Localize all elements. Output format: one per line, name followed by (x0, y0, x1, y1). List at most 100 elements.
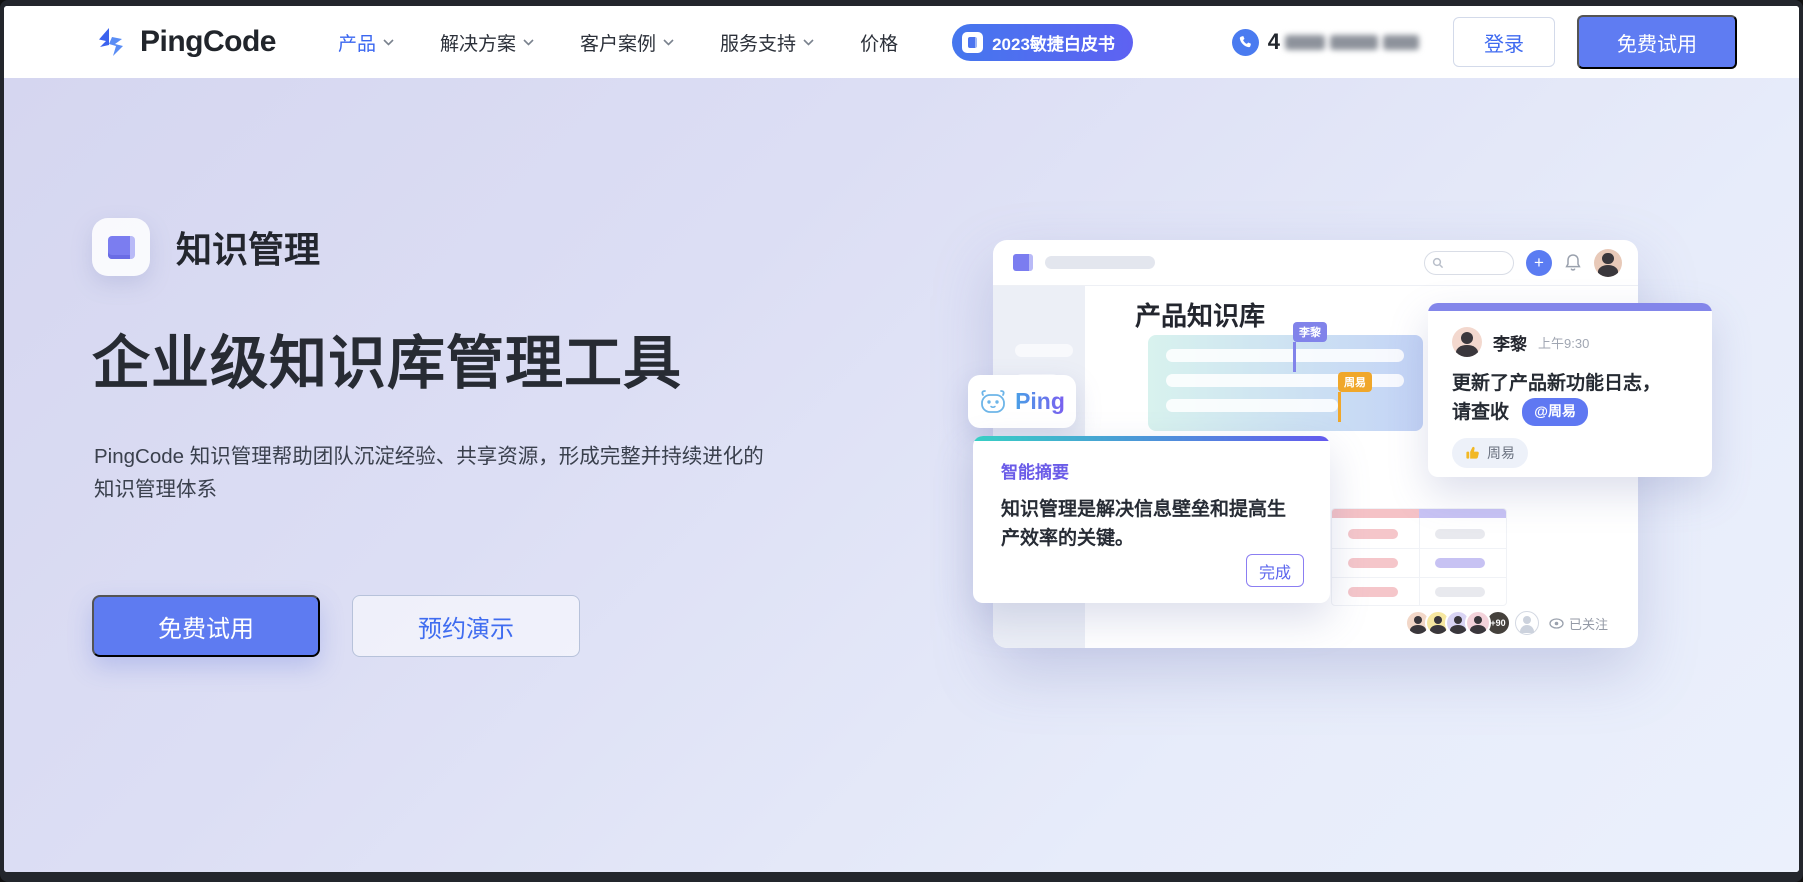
chevron-down-icon (383, 39, 394, 46)
done-button[interactable]: 完成 (1246, 554, 1304, 587)
followed-status: 已关注 (1549, 614, 1608, 633)
hero-free-trial-button[interactable]: 免费试用 (92, 595, 320, 657)
category-row: 知识管理 (92, 218, 320, 276)
book-icon (962, 32, 983, 53)
table-row-line (1332, 548, 1506, 549)
phone-prefix: 4 (1268, 29, 1280, 55)
avatar (1465, 610, 1491, 636)
collaborator-avatar-row: +90 已关注 (1411, 610, 1608, 636)
nav-item-support[interactable]: 服务支持 (720, 29, 814, 56)
book-icon (1013, 254, 1033, 271)
collaborator-cursor-flag: 周易 (1338, 372, 1372, 392)
nav-item-pricing[interactable]: 价格 (860, 29, 898, 56)
eye-icon (1549, 618, 1564, 629)
avatar (1452, 327, 1482, 357)
message-line2-text: 请查收 (1452, 402, 1509, 423)
pingcode-logo[interactable]: PingCode (92, 23, 276, 61)
pingcode-landing-page: PingCode 产品 解决方案 客户案例 服务支持 价格 (4, 6, 1799, 872)
avatar[interactable] (1594, 249, 1622, 277)
chevron-down-icon (523, 39, 534, 46)
table-row-line (1332, 577, 1506, 578)
chevron-down-icon (803, 39, 814, 46)
phone-number: 4 (1268, 29, 1419, 55)
nav-item-solutions[interactable]: 解决方案 (440, 29, 534, 56)
thumbs-up-reaction[interactable]: 周易 (1452, 438, 1528, 468)
hero-description: PingCode 知识管理帮助团队沉淀经验、共享资源，形成完整并持续进化的 知识… (94, 440, 764, 506)
phone-icon (1232, 29, 1259, 56)
placeholder-bar (1015, 344, 1073, 357)
placeholder-bar (1166, 399, 1338, 412)
ping-label: Ping (1015, 388, 1065, 415)
whitepaper-badge-label: 2023敏捷白皮书 (992, 30, 1115, 55)
page-title: 企业级知识库管理工具 (92, 316, 682, 400)
header-right-group: 4 登录 免费试用 (1232, 15, 1799, 69)
summary-title: 智能摘要 (1001, 458, 1330, 483)
table-divider (1419, 518, 1420, 605)
knowledge-book-icon (92, 218, 150, 276)
category-label: 知识管理 (176, 221, 320, 273)
hero-description-line1: PingCode 知识管理帮助团队沉淀经验、共享资源，形成完整并持续进化的 (94, 440, 764, 473)
notification-top-bar (1428, 303, 1712, 311)
table-cell-bar (1435, 529, 1485, 539)
placeholder-bar (1166, 349, 1404, 362)
chevron-down-icon (663, 39, 674, 46)
table-cell-bar (1435, 587, 1485, 597)
author-name: 李黎 (1493, 330, 1527, 355)
hero-section: 知识管理 企业级知识库管理工具 PingCode 知识管理帮助团队沉淀经验、共享… (4, 78, 1799, 872)
nav-label: 产品 (338, 29, 376, 56)
smart-summary-card: 智能摘要 知识管理是解决信息壁垒和提高生产效率的关键。 完成 (973, 436, 1330, 603)
table-cell-bar (1348, 558, 1398, 568)
collaborator-cursor-flag: 李黎 (1293, 322, 1327, 342)
bell-icon[interactable] (1564, 253, 1582, 272)
nav-label: 客户案例 (580, 29, 656, 56)
table-header-cell (1332, 509, 1419, 518)
hero-book-demo-button[interactable]: 预约演示 (352, 595, 580, 657)
nav-label: 价格 (860, 29, 898, 56)
nav-item-customer-cases[interactable]: 客户案例 (580, 29, 674, 56)
pingcode-logo-icon (92, 23, 130, 61)
message-line1: 更新了产品新功能日志， (1452, 369, 1688, 398)
app-topbar-right: + (1424, 249, 1622, 277)
nav-label: 解决方案 (440, 29, 516, 56)
notification-card: 李黎 上午9:30 更新了产品新功能日志， 请查收 @周易 周易 (1428, 303, 1712, 477)
table-cell-bar (1348, 587, 1398, 597)
login-button[interactable]: 登录 (1453, 17, 1555, 67)
message-line2: 请查收 @周易 (1452, 398, 1688, 427)
table-cell-bar (1435, 558, 1485, 568)
main-nav: 产品 解决方案 客户案例 服务支持 价格 2023敏捷白皮书 (338, 24, 1133, 61)
followed-label: 已关注 (1569, 614, 1608, 633)
logo-text: PingCode (140, 25, 276, 59)
redacted-phone-segment (1383, 35, 1419, 50)
add-collaborator-icon (1515, 611, 1539, 635)
robot-icon (979, 389, 1007, 415)
cta-row: 免费试用 预约演示 (92, 595, 580, 657)
document-panel (1148, 335, 1423, 431)
doc-title: 产品知识库 (1135, 296, 1265, 333)
reaction-user-label: 周易 (1487, 443, 1515, 463)
ping-assistant-badge: Ping (968, 375, 1076, 428)
mention-pill[interactable]: @周易 (1522, 398, 1588, 426)
header-free-trial-button[interactable]: 免费试用 (1577, 15, 1737, 69)
redacted-phone-segment (1330, 35, 1378, 50)
table-cell-bar (1348, 529, 1398, 539)
placeholder-bar (1045, 256, 1155, 269)
top-navigation-bar: PingCode 产品 解决方案 客户案例 服务支持 价格 (4, 6, 1799, 78)
summary-body: 知识管理是解决信息壁垒和提高生产效率的关键。 (1001, 495, 1302, 554)
add-button[interactable]: + (1526, 250, 1552, 276)
app-topbar: + (993, 240, 1638, 286)
notification-message: 更新了产品新功能日志， 请查收 @周易 (1452, 369, 1688, 428)
nav-item-products[interactable]: 产品 (338, 29, 394, 56)
table-header-cell (1419, 509, 1506, 518)
phone-contact: 4 (1232, 29, 1419, 56)
nav-label: 服务支持 (720, 29, 796, 56)
thumbs-up-icon (1465, 445, 1480, 460)
notification-header: 李黎 上午9:30 (1452, 327, 1712, 357)
redacted-phone-segment (1285, 35, 1325, 50)
search-input[interactable] (1424, 251, 1514, 275)
summary-gradient-bar (973, 436, 1330, 441)
search-icon (1432, 257, 1444, 269)
browser-frame: PingCode 产品 解决方案 客户案例 服务支持 价格 (0, 0, 1803, 882)
hero-description-line2: 知识管理体系 (94, 473, 764, 506)
whitepaper-badge-button[interactable]: 2023敏捷白皮书 (952, 24, 1133, 61)
timestamp: 上午9:30 (1538, 333, 1589, 352)
